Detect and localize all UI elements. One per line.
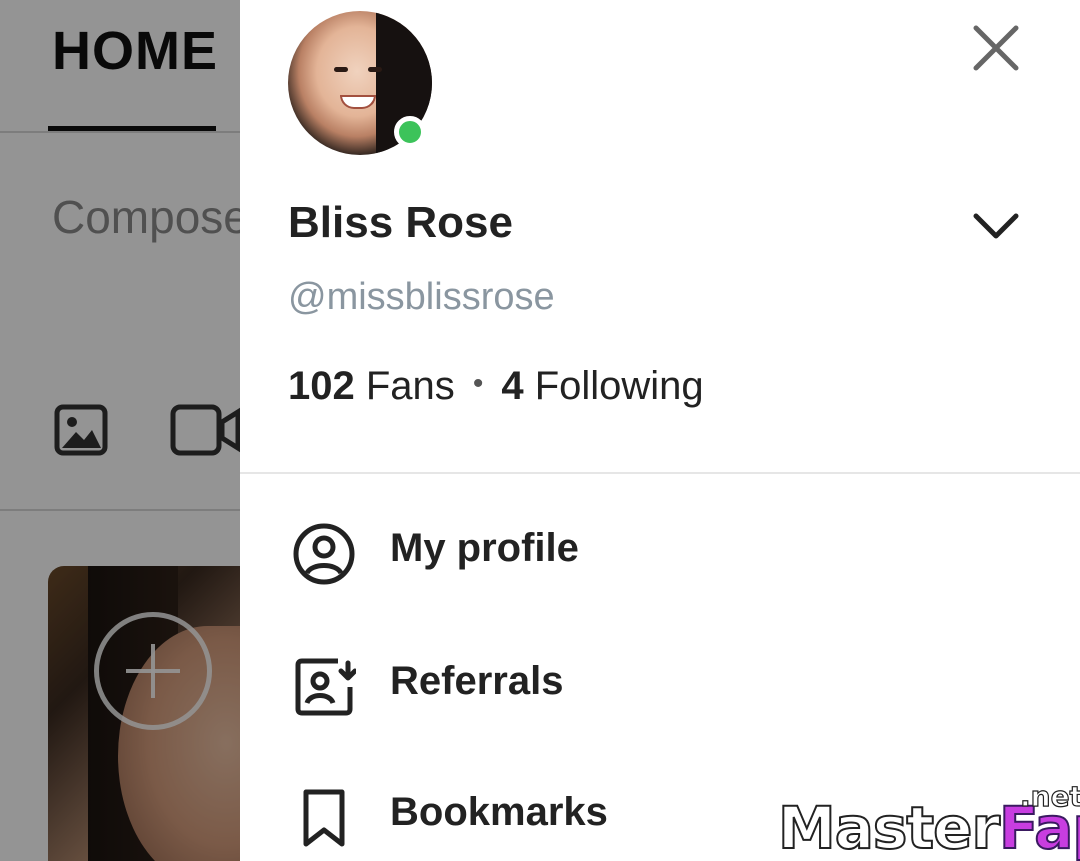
display-name: Bliss Rose: [288, 198, 513, 247]
referral-icon: [295, 658, 356, 716]
dim-overlay[interactable]: [0, 0, 240, 861]
following-link[interactable]: 4 Following: [501, 364, 703, 408]
watermark-logo: MasterFap .net: [776, 779, 1080, 861]
online-status-dot: [394, 116, 426, 148]
menu-item-label: My profile: [390, 526, 579, 570]
avatar-eye: [334, 67, 348, 72]
avatar-smile: [340, 95, 376, 109]
menu-item-my-profile[interactable]: My profile: [288, 522, 1048, 612]
fans-count: 102: [288, 364, 355, 408]
menu-item-label: Bookmarks: [390, 790, 608, 834]
fans-label: Fans: [365, 364, 455, 408]
following-label: Following: [534, 364, 704, 408]
user-circle-icon: [293, 523, 355, 585]
avatar-eye: [368, 67, 382, 72]
close-icon[interactable]: [970, 22, 1022, 74]
divider: [240, 472, 1080, 474]
fans-link[interactable]: 102 Fans: [288, 364, 455, 408]
watermark-suffix: .net: [1019, 779, 1080, 813]
username: @missblissrose: [288, 276, 555, 318]
follow-stats: 102 Fans • 4 Following: [288, 364, 704, 409]
menu-item-referrals[interactable]: Referrals: [288, 655, 1048, 745]
chevron-down-icon[interactable]: [970, 206, 1022, 246]
bookmark-icon: [303, 789, 345, 847]
menu-item-label: Referrals: [390, 659, 564, 703]
following-count: 4: [501, 364, 524, 408]
separator-dot: •: [472, 367, 484, 400]
account-drawer: Bliss Rose @missblissrose 102 Fans • 4 Fol…: [240, 0, 1080, 861]
